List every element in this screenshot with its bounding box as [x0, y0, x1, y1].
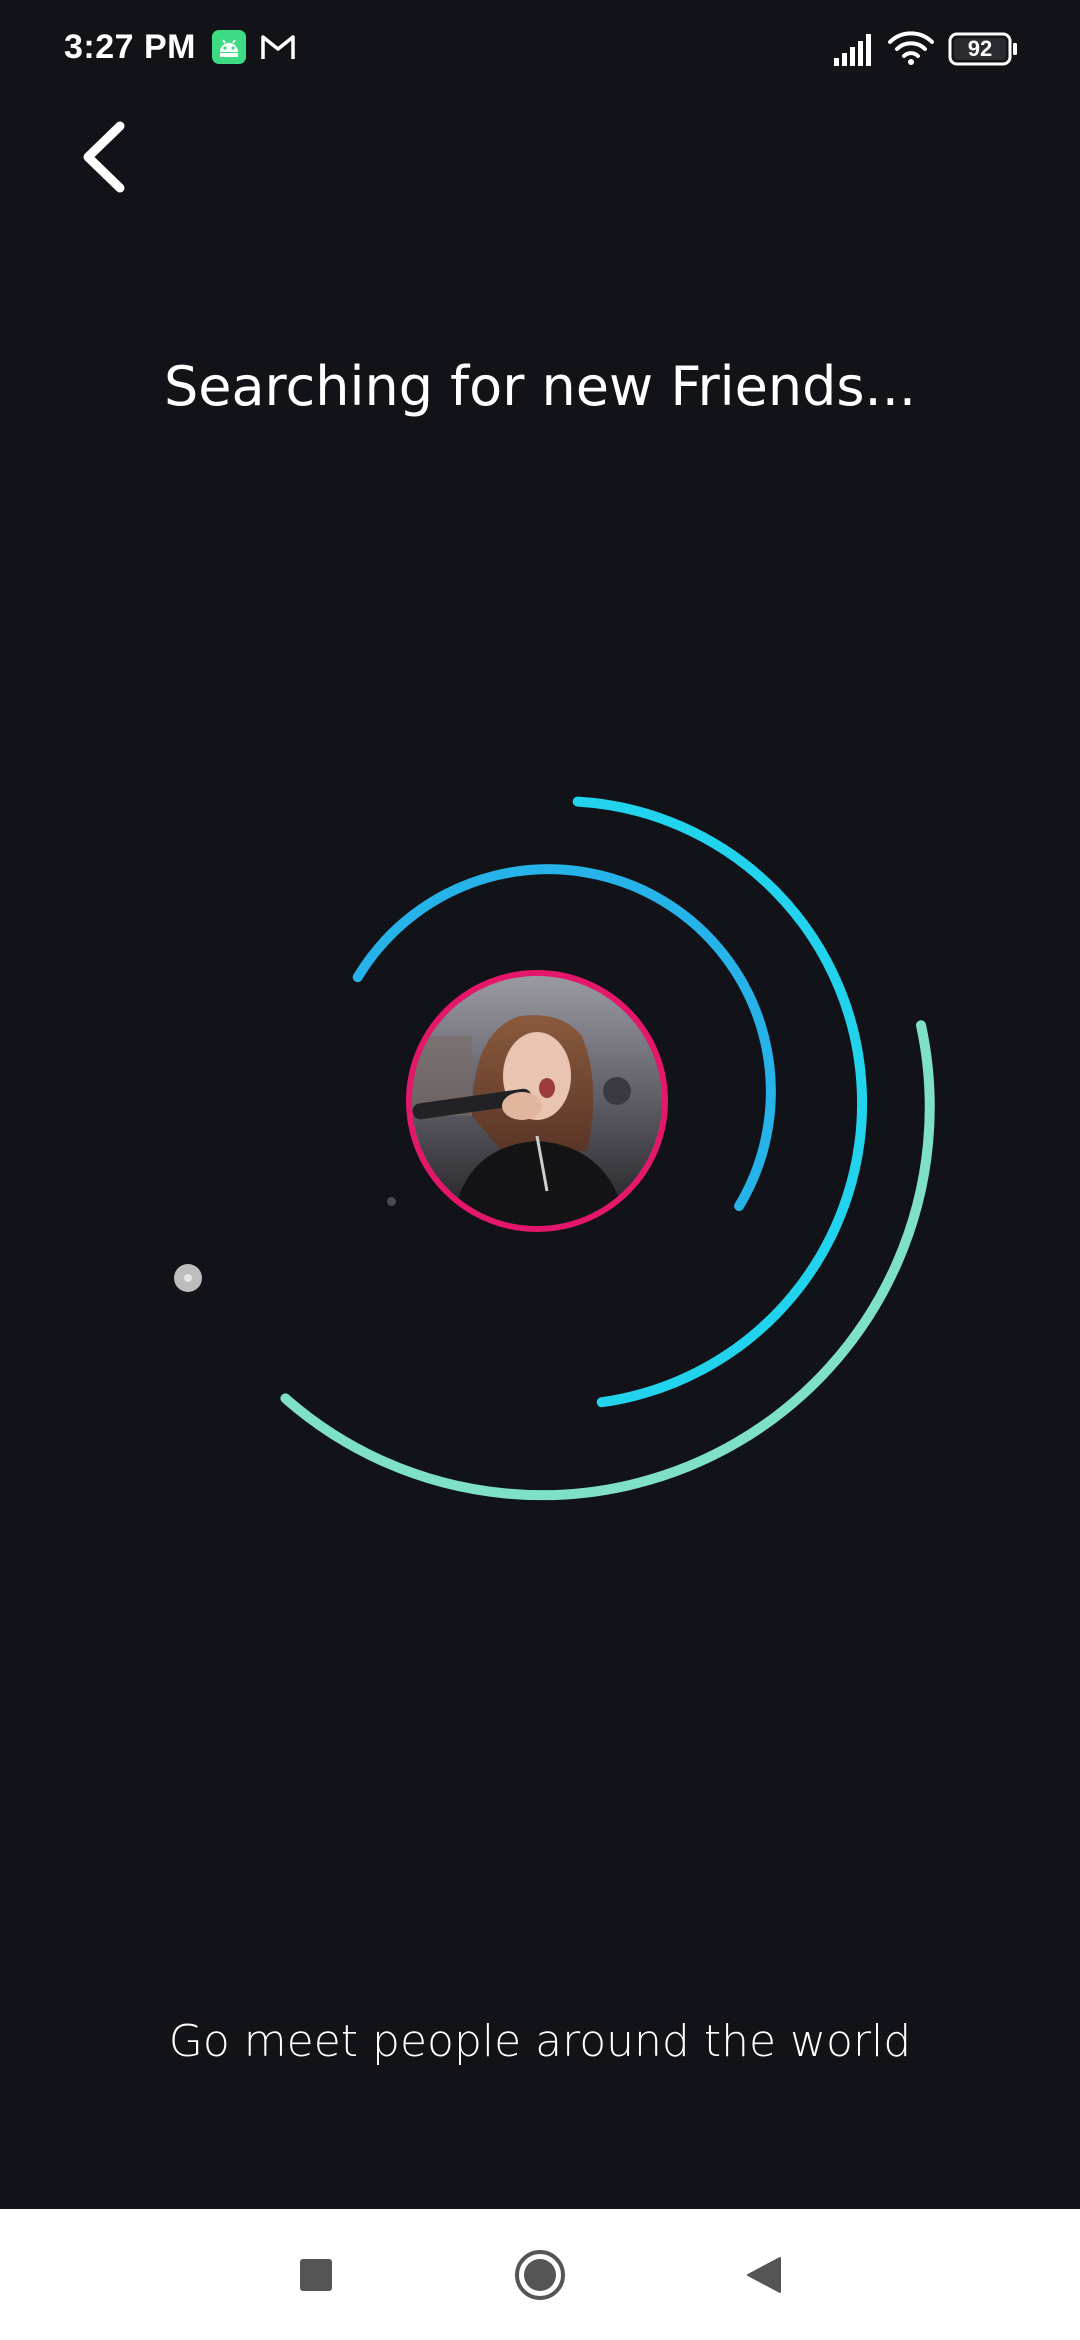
nav-back-button[interactable]	[704, 2209, 824, 2340]
system-nav-bar	[0, 2209, 1080, 2340]
page-subtitle: Go meet people around the world	[168, 2016, 912, 2067]
home-button[interactable]	[480, 2209, 600, 2340]
radar-dot	[174, 1264, 202, 1292]
recents-button[interactable]	[256, 2209, 376, 2340]
radar-dot-small	[387, 1197, 396, 1206]
user-avatar[interactable]	[406, 970, 668, 1232]
search-radar	[0, 0, 1080, 2340]
